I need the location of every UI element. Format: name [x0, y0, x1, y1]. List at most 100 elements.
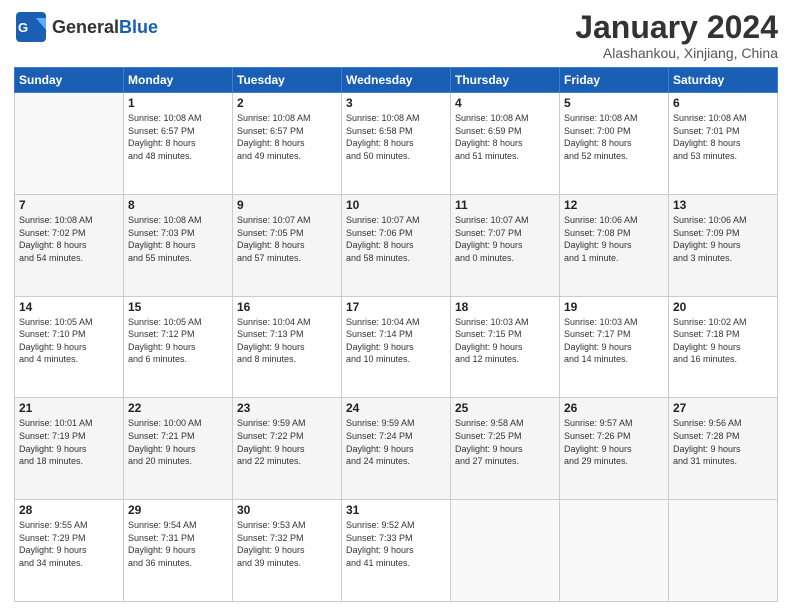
- header: G GeneralBlue January 2024 Alashankou, X…: [14, 10, 778, 61]
- day-info: Sunrise: 10:07 AMSunset: 7:05 PMDaylight…: [237, 214, 337, 264]
- week-row-3: 14 Sunrise: 10:05 AMSunset: 7:10 PMDaylig…: [15, 296, 778, 398]
- cell-w1-d4: 4Sunrise: 10:08 AMSunset: 6:59 PMDayligh…: [451, 93, 560, 195]
- cell-w1-d5: 5 Sunrise: 10:08 AMSunset: 7:00 PMDayligh…: [560, 93, 669, 195]
- day-number: 18: [455, 300, 555, 314]
- cell-w2-d4: 11Sunrise: 10:07 AMSunset: 7:07 PMDaylig…: [451, 194, 560, 296]
- week-row-2: 7Sunrise: 10:08 AMSunset: 7:02 PMDayligh…: [15, 194, 778, 296]
- cell-w4-d4: 25 Sunrise: 9:58 AMSunset: 7:25 PMDayligh…: [451, 398, 560, 500]
- day-number: 7: [19, 198, 119, 212]
- cell-w2-d5: 12Sunrise: 10:06 AMSunset: 7:08 PMDaylig…: [560, 194, 669, 296]
- cell-w1-d6: 6 Sunrise: 10:08 AMSunset: 7:01 PMDayligh…: [669, 93, 778, 195]
- day-number: 16: [237, 300, 337, 314]
- col-friday: Friday: [560, 68, 669, 93]
- calendar-body: 1 Sunrise: 10:08 AMSunset: 6:57 PMDayligh…: [15, 93, 778, 602]
- day-number: 21: [19, 401, 119, 415]
- col-sunday: Sunday: [15, 68, 124, 93]
- day-number: 1: [128, 96, 228, 110]
- header-row: Sunday Monday Tuesday Wednesday Thursday…: [15, 68, 778, 93]
- day-number: 2: [237, 96, 337, 110]
- day-number: 10: [346, 198, 446, 212]
- day-info: Sunrise: 10:06 AMSunset: 7:09 PMDaylight…: [673, 214, 773, 264]
- day-number: 28: [19, 503, 119, 517]
- cell-w4-d6: 27 Sunrise: 9:56 AMSunset: 7:28 PMDayligh…: [669, 398, 778, 500]
- cell-w1-d0: [15, 93, 124, 195]
- day-number: 26: [564, 401, 664, 415]
- cell-w3-d2: 16 Sunrise: 10:04 AMSunset: 7:13 PMDaylig…: [233, 296, 342, 398]
- day-number: 22: [128, 401, 228, 415]
- day-info: Sunrise: 9:54 AMSunset: 7:31 PMDaylight:…: [128, 519, 228, 569]
- cell-w3-d1: 15 Sunrise: 10:05 AMSunset: 7:12 PMDaylig…: [124, 296, 233, 398]
- day-info: Sunrise: 9:56 AMSunset: 7:28 PMDaylight:…: [673, 417, 773, 467]
- col-monday: Monday: [124, 68, 233, 93]
- day-number: 19: [564, 300, 664, 314]
- day-number: 29: [128, 503, 228, 517]
- day-info: Sunrise: 9:59 AMSunset: 7:22 PMDaylight:…: [237, 417, 337, 467]
- day-info: Sunrise: 10:03 AMSunset: 7:17 PMDaylight…: [564, 316, 664, 366]
- col-wednesday: Wednesday: [342, 68, 451, 93]
- cell-w5-d0: 28 Sunrise: 9:55 AMSunset: 7:29 PMDayligh…: [15, 500, 124, 602]
- week-row-4: 21 Sunrise: 10:01 AMSunset: 7:19 PMDaylig…: [15, 398, 778, 500]
- day-number: 9: [237, 198, 337, 212]
- day-number: 15: [128, 300, 228, 314]
- day-info: Sunrise: 10:08 AMSunset: 7:01 PMDaylight…: [673, 112, 773, 162]
- cell-w5-d3: 31 Sunrise: 9:52 AMSunset: 7:33 PMDayligh…: [342, 500, 451, 602]
- day-info: Sunrise: 10:08 AMSunset: 7:03 PMDaylight…: [128, 214, 228, 264]
- cell-w3-d5: 19 Sunrise: 10:03 AMSunset: 7:17 PMDaylig…: [560, 296, 669, 398]
- day-info: Sunrise: 10:02 AMSunset: 7:18 PMDaylight…: [673, 316, 773, 366]
- week-row-1: 1 Sunrise: 10:08 AMSunset: 6:57 PMDayligh…: [15, 93, 778, 195]
- day-info: Sunrise: 10:08 AMSunset: 7:00 PMDaylight…: [564, 112, 664, 162]
- cell-w2-d0: 7Sunrise: 10:08 AMSunset: 7:02 PMDayligh…: [15, 194, 124, 296]
- cell-w3-d6: 20Sunrise: 10:02 AMSunset: 7:18 PMDaylig…: [669, 296, 778, 398]
- day-info: Sunrise: 10:01 AMSunset: 7:19 PMDaylight…: [19, 417, 119, 467]
- day-info: Sunrise: 10:04 AMSunset: 7:13 PMDaylight…: [237, 316, 337, 366]
- cell-w4-d0: 21 Sunrise: 10:01 AMSunset: 7:19 PMDaylig…: [15, 398, 124, 500]
- cell-w3-d3: 17 Sunrise: 10:04 AMSunset: 7:14 PMDaylig…: [342, 296, 451, 398]
- day-info: Sunrise: 10:08 AMSunset: 6:58 PMDaylight…: [346, 112, 446, 162]
- day-number: 25: [455, 401, 555, 415]
- cell-w1-d1: 1 Sunrise: 10:08 AMSunset: 6:57 PMDayligh…: [124, 93, 233, 195]
- day-number: 23: [237, 401, 337, 415]
- cell-w1-d3: 3 Sunrise: 10:08 AMSunset: 6:58 PMDayligh…: [342, 93, 451, 195]
- cell-w5-d4: [451, 500, 560, 602]
- cell-w4-d2: 23 Sunrise: 9:59 AMSunset: 7:22 PMDayligh…: [233, 398, 342, 500]
- location: Alashankou, Xinjiang, China: [575, 45, 778, 61]
- day-number: 14: [19, 300, 119, 314]
- cell-w3-d4: 18 Sunrise: 10:03 AMSunset: 7:15 PMDaylig…: [451, 296, 560, 398]
- day-number: 3: [346, 96, 446, 110]
- logo-general-text: General: [52, 17, 119, 37]
- day-info: Sunrise: 9:59 AMSunset: 7:24 PMDaylight:…: [346, 417, 446, 467]
- day-info: Sunrise: 10:08 AMSunset: 6:57 PMDaylight…: [237, 112, 337, 162]
- cell-w2-d6: 13Sunrise: 10:06 AMSunset: 7:09 PMDaylig…: [669, 194, 778, 296]
- day-number: 17: [346, 300, 446, 314]
- cell-w5-d2: 30Sunrise: 9:53 AMSunset: 7:32 PMDayligh…: [233, 500, 342, 602]
- day-info: Sunrise: 10:03 AMSunset: 7:15 PMDaylight…: [455, 316, 555, 366]
- cell-w3-d0: 14 Sunrise: 10:05 AMSunset: 7:10 PMDaylig…: [15, 296, 124, 398]
- title-block: January 2024 Alashankou, Xinjiang, China: [575, 10, 778, 61]
- svg-text:G: G: [18, 20, 28, 35]
- day-info: Sunrise: 9:58 AMSunset: 7:25 PMDaylight:…: [455, 417, 555, 467]
- week-row-5: 28 Sunrise: 9:55 AMSunset: 7:29 PMDayligh…: [15, 500, 778, 602]
- day-info: Sunrise: 10:07 AMSunset: 7:06 PMDaylight…: [346, 214, 446, 264]
- col-saturday: Saturday: [669, 68, 778, 93]
- day-info: Sunrise: 10:05 AMSunset: 7:12 PMDaylight…: [128, 316, 228, 366]
- day-info: Sunrise: 9:53 AMSunset: 7:32 PMDaylight:…: [237, 519, 337, 569]
- month-title: January 2024: [575, 10, 778, 45]
- day-info: Sunrise: 9:55 AMSunset: 7:29 PMDaylight:…: [19, 519, 119, 569]
- day-info: Sunrise: 10:05 AMSunset: 7:10 PMDaylight…: [19, 316, 119, 366]
- logo-blue-text: Blue: [119, 17, 158, 37]
- day-number: 11: [455, 198, 555, 212]
- day-info: Sunrise: 10:00 AMSunset: 7:21 PMDaylight…: [128, 417, 228, 467]
- day-number: 12: [564, 198, 664, 212]
- day-info: Sunrise: 9:57 AMSunset: 7:26 PMDaylight:…: [564, 417, 664, 467]
- cell-w2-d3: 10 Sunrise: 10:07 AMSunset: 7:06 PMDaylig…: [342, 194, 451, 296]
- col-tuesday: Tuesday: [233, 68, 342, 93]
- day-number: 6: [673, 96, 773, 110]
- day-number: 5: [564, 96, 664, 110]
- day-number: 27: [673, 401, 773, 415]
- cell-w2-d2: 9 Sunrise: 10:07 AMSunset: 7:05 PMDayligh…: [233, 194, 342, 296]
- day-info: Sunrise: 10:08 AMSunset: 6:57 PMDaylight…: [128, 112, 228, 162]
- day-info: Sunrise: 10:04 AMSunset: 7:14 PMDaylight…: [346, 316, 446, 366]
- calendar-header: Sunday Monday Tuesday Wednesday Thursday…: [15, 68, 778, 93]
- day-number: 31: [346, 503, 446, 517]
- day-info: Sunrise: 9:52 AMSunset: 7:33 PMDaylight:…: [346, 519, 446, 569]
